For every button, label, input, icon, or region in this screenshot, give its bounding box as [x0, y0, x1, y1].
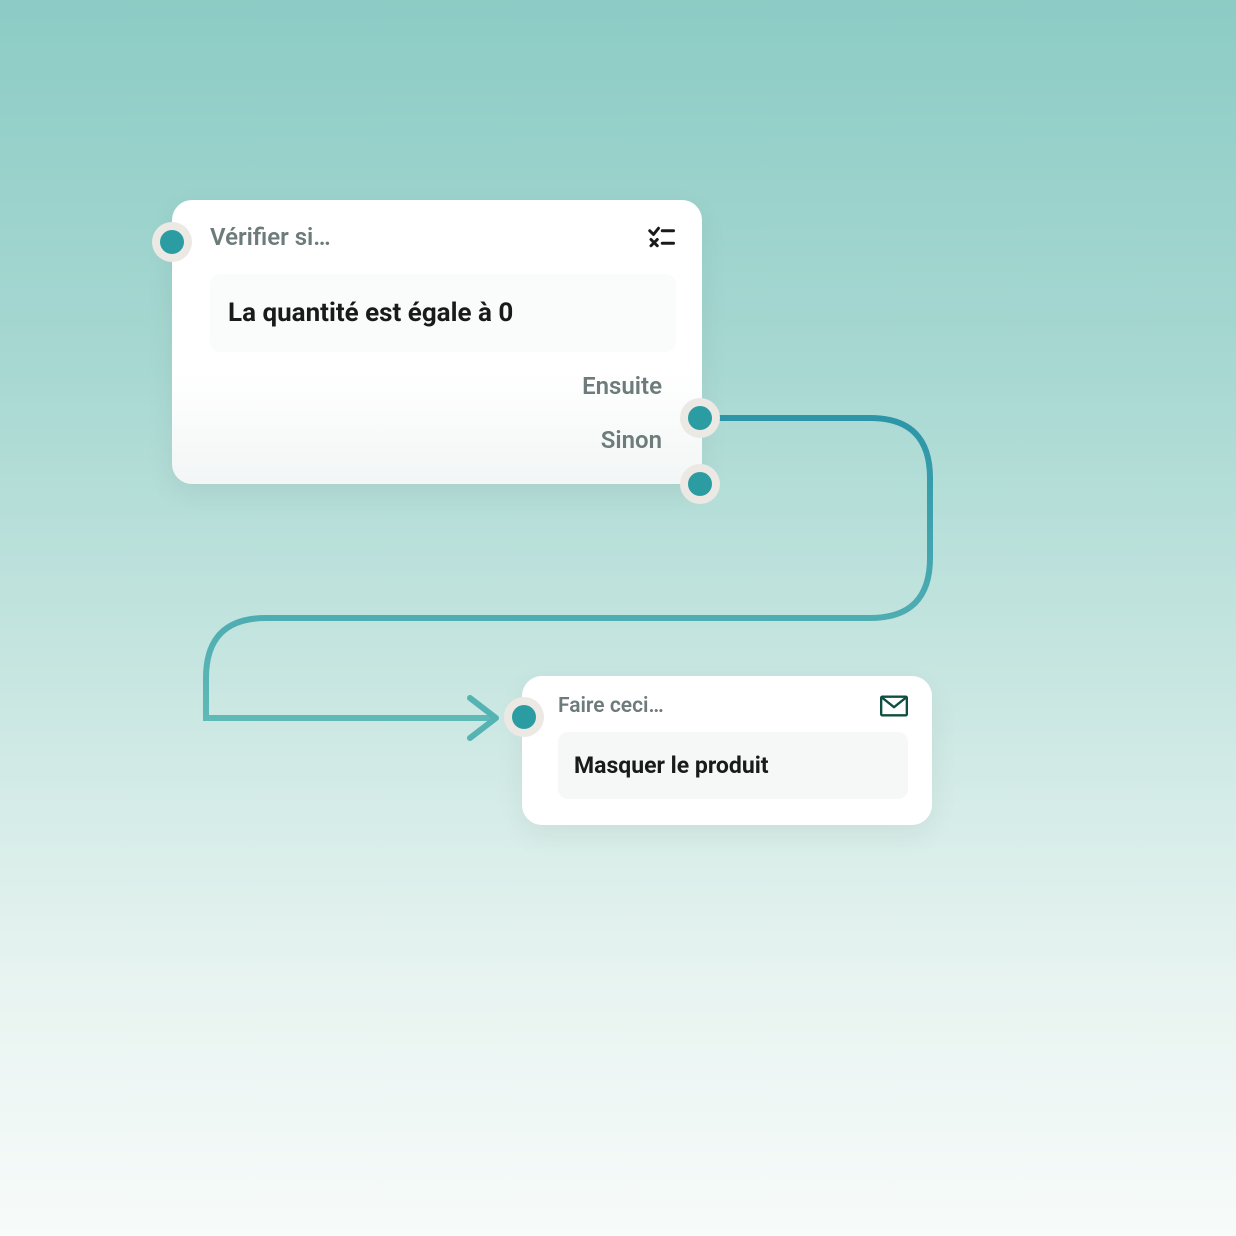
- action-node-header: Faire ceci…: [558, 694, 908, 718]
- action-input-port[interactable]: [504, 697, 544, 737]
- checklist-icon: [646, 222, 676, 252]
- condition-node-header: Vérifier si…: [210, 222, 676, 252]
- condition-then-port[interactable]: [680, 398, 720, 438]
- port-dot-icon: [688, 472, 712, 496]
- condition-node[interactable]: Vérifier si… La quantité est égale à 0 E…: [172, 200, 702, 484]
- output-else-label: Sinon: [601, 426, 662, 454]
- condition-node-title: Vérifier si…: [210, 223, 331, 251]
- action-node-title: Faire ceci…: [558, 694, 664, 718]
- mail-icon: [880, 695, 908, 717]
- action-text[interactable]: Masquer le produit: [558, 732, 908, 799]
- condition-text[interactable]: La quantité est égale à 0: [210, 274, 676, 352]
- condition-else-port[interactable]: [680, 464, 720, 504]
- port-dot-icon: [160, 230, 184, 254]
- port-dot-icon: [512, 705, 536, 729]
- connector-then-to-action: [0, 0, 1236, 1236]
- workflow-canvas[interactable]: Vérifier si… La quantité est égale à 0 E…: [0, 0, 1236, 1236]
- output-then-label: Ensuite: [582, 372, 662, 400]
- condition-input-port[interactable]: [152, 222, 192, 262]
- port-dot-icon: [688, 406, 712, 430]
- action-node[interactable]: Faire ceci… Masquer le produit: [522, 676, 932, 825]
